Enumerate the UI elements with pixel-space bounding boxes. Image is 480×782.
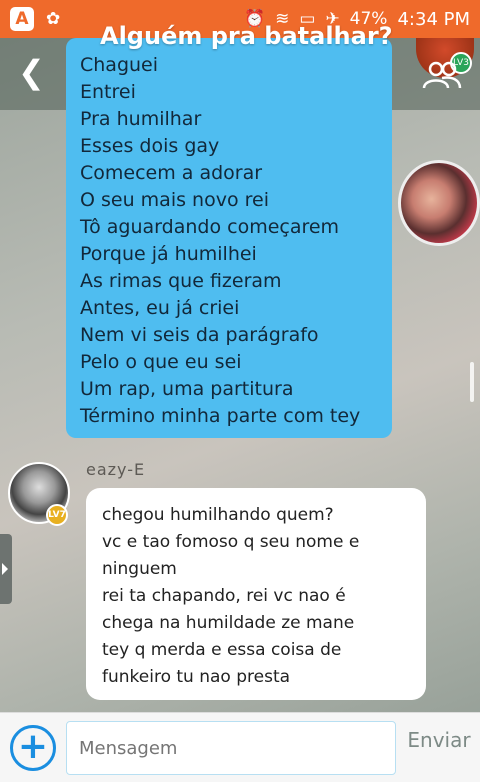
message-line: tey q merda e essa coisa de	[102, 640, 342, 660]
scroll-indicator[interactable]	[470, 362, 474, 402]
message-line: Esses dois gay	[80, 135, 220, 157]
message-line: Entrei	[80, 81, 136, 103]
message-line: funkeiro tu nao presta	[102, 667, 291, 687]
avatar[interactable]	[398, 160, 480, 246]
message-line: chegou humilhando quem?	[102, 505, 334, 525]
message-line: Nem vi seis da parágrafo	[80, 324, 319, 346]
message-line: Porque já humilhei	[80, 243, 257, 265]
message-line: Término minha parte com tey	[80, 405, 361, 427]
message-line: Chaguei	[80, 54, 159, 76]
message-username[interactable]: eazy-E	[86, 460, 145, 479]
message-line: Tô aguardando começarem	[80, 216, 340, 238]
message-line: Um rap, uma partitura	[80, 378, 294, 400]
message-line: chega na humildade ze mane	[102, 613, 355, 633]
message-line: Comecem a adorar	[80, 162, 263, 184]
group-icon[interactable]	[422, 60, 462, 90]
message-line: Antes, eu já criei	[80, 297, 240, 319]
message-line: vc e tao fomoso q seu nome e	[102, 532, 360, 552]
message-line: As rimas que fizeram	[80, 270, 282, 292]
app-logo-icon: A	[10, 7, 34, 31]
chat-title: Alguém pra batalhar?	[100, 22, 393, 50]
message-input[interactable]	[66, 721, 396, 775]
message-line: Pelo o que eu sei	[80, 351, 242, 373]
message-bubble-own[interactable]: Chaguei Entrei Pra humilhar Esses dois gay C…	[66, 38, 392, 438]
chevron-left-icon[interactable]: ❮	[18, 56, 45, 88]
add-attachment-button[interactable]: +	[10, 725, 56, 771]
side-drawer-handle[interactable]	[0, 534, 12, 604]
leaf-icon: ✿	[46, 9, 61, 29]
message-line: ninguem	[102, 559, 177, 579]
composer-bar: + Enviar	[0, 712, 480, 782]
message-line: O seu mais novo rei	[80, 189, 269, 211]
send-button[interactable]: Enviar	[404, 727, 474, 753]
message-line: rei ta chapando, rei vc nao é	[102, 586, 346, 606]
message-bubble-other[interactable]: chegou humilhando quem? vc e tao fomoso q…	[86, 488, 426, 700]
message-line: Pra humilhar	[80, 108, 202, 130]
clock: 4:34 PM	[397, 8, 470, 30]
level-badge: LV7	[46, 504, 68, 526]
